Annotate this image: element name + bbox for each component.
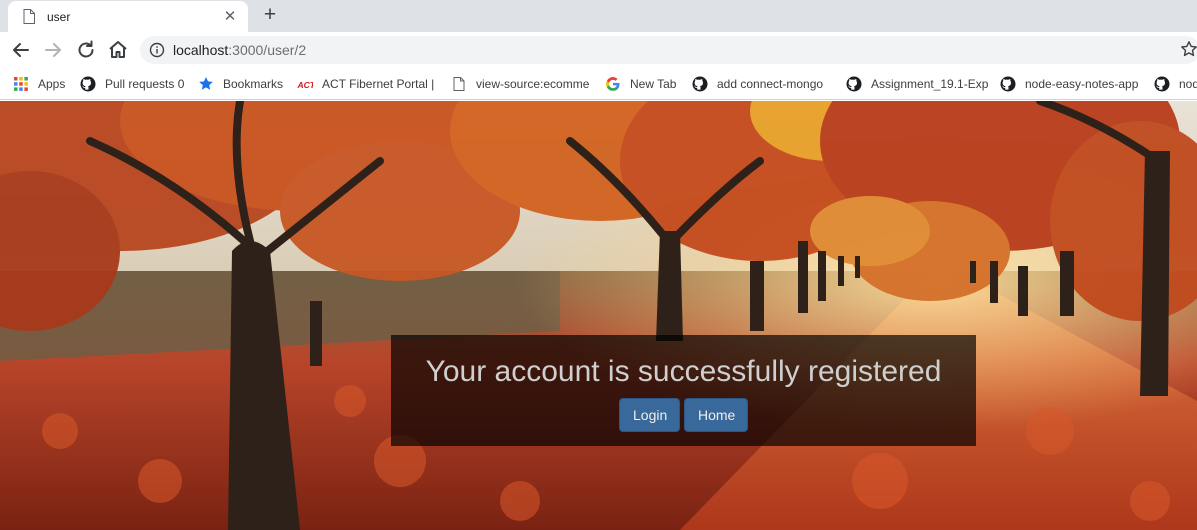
url-host: localhost — [173, 42, 229, 58]
bookmark-label: ACT Fibernet Portal | — [322, 77, 435, 91]
github-icon — [80, 76, 96, 92]
bookmark-apps[interactable]: Apps — [13, 75, 65, 93]
apps-grid-icon — [14, 77, 28, 91]
bookmark-label: node — [1179, 77, 1197, 91]
tab-title: user — [47, 9, 71, 24]
github-icon — [692, 76, 708, 92]
bookmark-bookmarks[interactable]: Bookmarks — [198, 75, 283, 93]
bookmark-label: view-source:ecomme — [476, 77, 590, 91]
registration-success-panel: Your account is successfully registered … — [391, 335, 976, 446]
svg-text:ACT: ACT — [297, 80, 313, 90]
back-arrow-icon[interactable] — [9, 38, 33, 62]
new-tab-button[interactable]: + — [258, 4, 282, 28]
github-icon — [846, 76, 862, 92]
url-path: :3000/user/2 — [228, 42, 307, 58]
address-bar[interactable]: localhost:3000/user/2 — [140, 36, 1197, 64]
github-icon — [1154, 76, 1170, 92]
bookmark-new-tab[interactable]: New Tab — [605, 75, 676, 93]
action-buttons: Login Home — [391, 398, 976, 432]
autumn-trees-background — [0, 101, 1197, 530]
success-message: Your account is successfully registered — [425, 355, 942, 388]
google-icon — [606, 77, 620, 91]
act-logo-icon: ACT — [297, 78, 313, 90]
bookmark-label: node-easy-notes-app — [1025, 77, 1139, 91]
bookmark-view-source[interactable]: view-source:ecomme — [451, 75, 589, 93]
bookmark-node[interactable]: node — [1154, 75, 1197, 93]
browser-tab[interactable]: user ✕ — [8, 1, 248, 32]
bookmark-assignment[interactable]: Assignment_19.1-Exp — [846, 75, 988, 93]
home-button[interactable]: Home — [684, 398, 748, 432]
close-tab-icon[interactable]: ✕ — [222, 8, 238, 25]
page-icon — [23, 9, 35, 24]
bookmark-label: Assignment_19.1-Exp — [871, 77, 989, 91]
home-icon[interactable] — [106, 38, 130, 62]
bookmark-act-fibernet[interactable]: ACT ACT Fibernet Portal | — [297, 75, 434, 93]
page-icon — [453, 77, 465, 91]
bookmark-pull-requests[interactable]: Pull requests 0 — [80, 75, 184, 93]
bookmark-connect-mongo[interactable]: add connect-mongo — [692, 75, 823, 93]
bookmark-node-easy-notes[interactable]: node-easy-notes-app — [1000, 75, 1138, 93]
bookmark-label: Pull requests 0 — [105, 77, 185, 91]
url-text[interactable]: localhost:3000/user/2 — [173, 42, 306, 58]
bookmark-label: Apps — [38, 77, 66, 91]
bookmark-label: Bookmarks — [223, 77, 284, 91]
star-icon — [199, 77, 213, 90]
info-icon[interactable] — [149, 42, 165, 58]
login-button[interactable]: Login — [619, 398, 680, 432]
reload-icon[interactable] — [74, 38, 98, 62]
bookmarks-bar: Apps Pull requests 0 Bookmarks ACT ACT F… — [0, 68, 1197, 100]
bookmark-star-icon[interactable] — [1180, 40, 1197, 58]
forward-arrow-icon[interactable] — [41, 38, 65, 62]
bookmark-label: New Tab — [630, 77, 677, 91]
github-icon — [1000, 76, 1016, 92]
bookmark-label: add connect-mongo — [717, 77, 824, 91]
browser-toolbar: localhost:3000/user/2 — [0, 32, 1197, 68]
tab-strip: user ✕ + — [0, 0, 1197, 32]
page-viewport: Your account is successfully registered … — [0, 101, 1197, 530]
